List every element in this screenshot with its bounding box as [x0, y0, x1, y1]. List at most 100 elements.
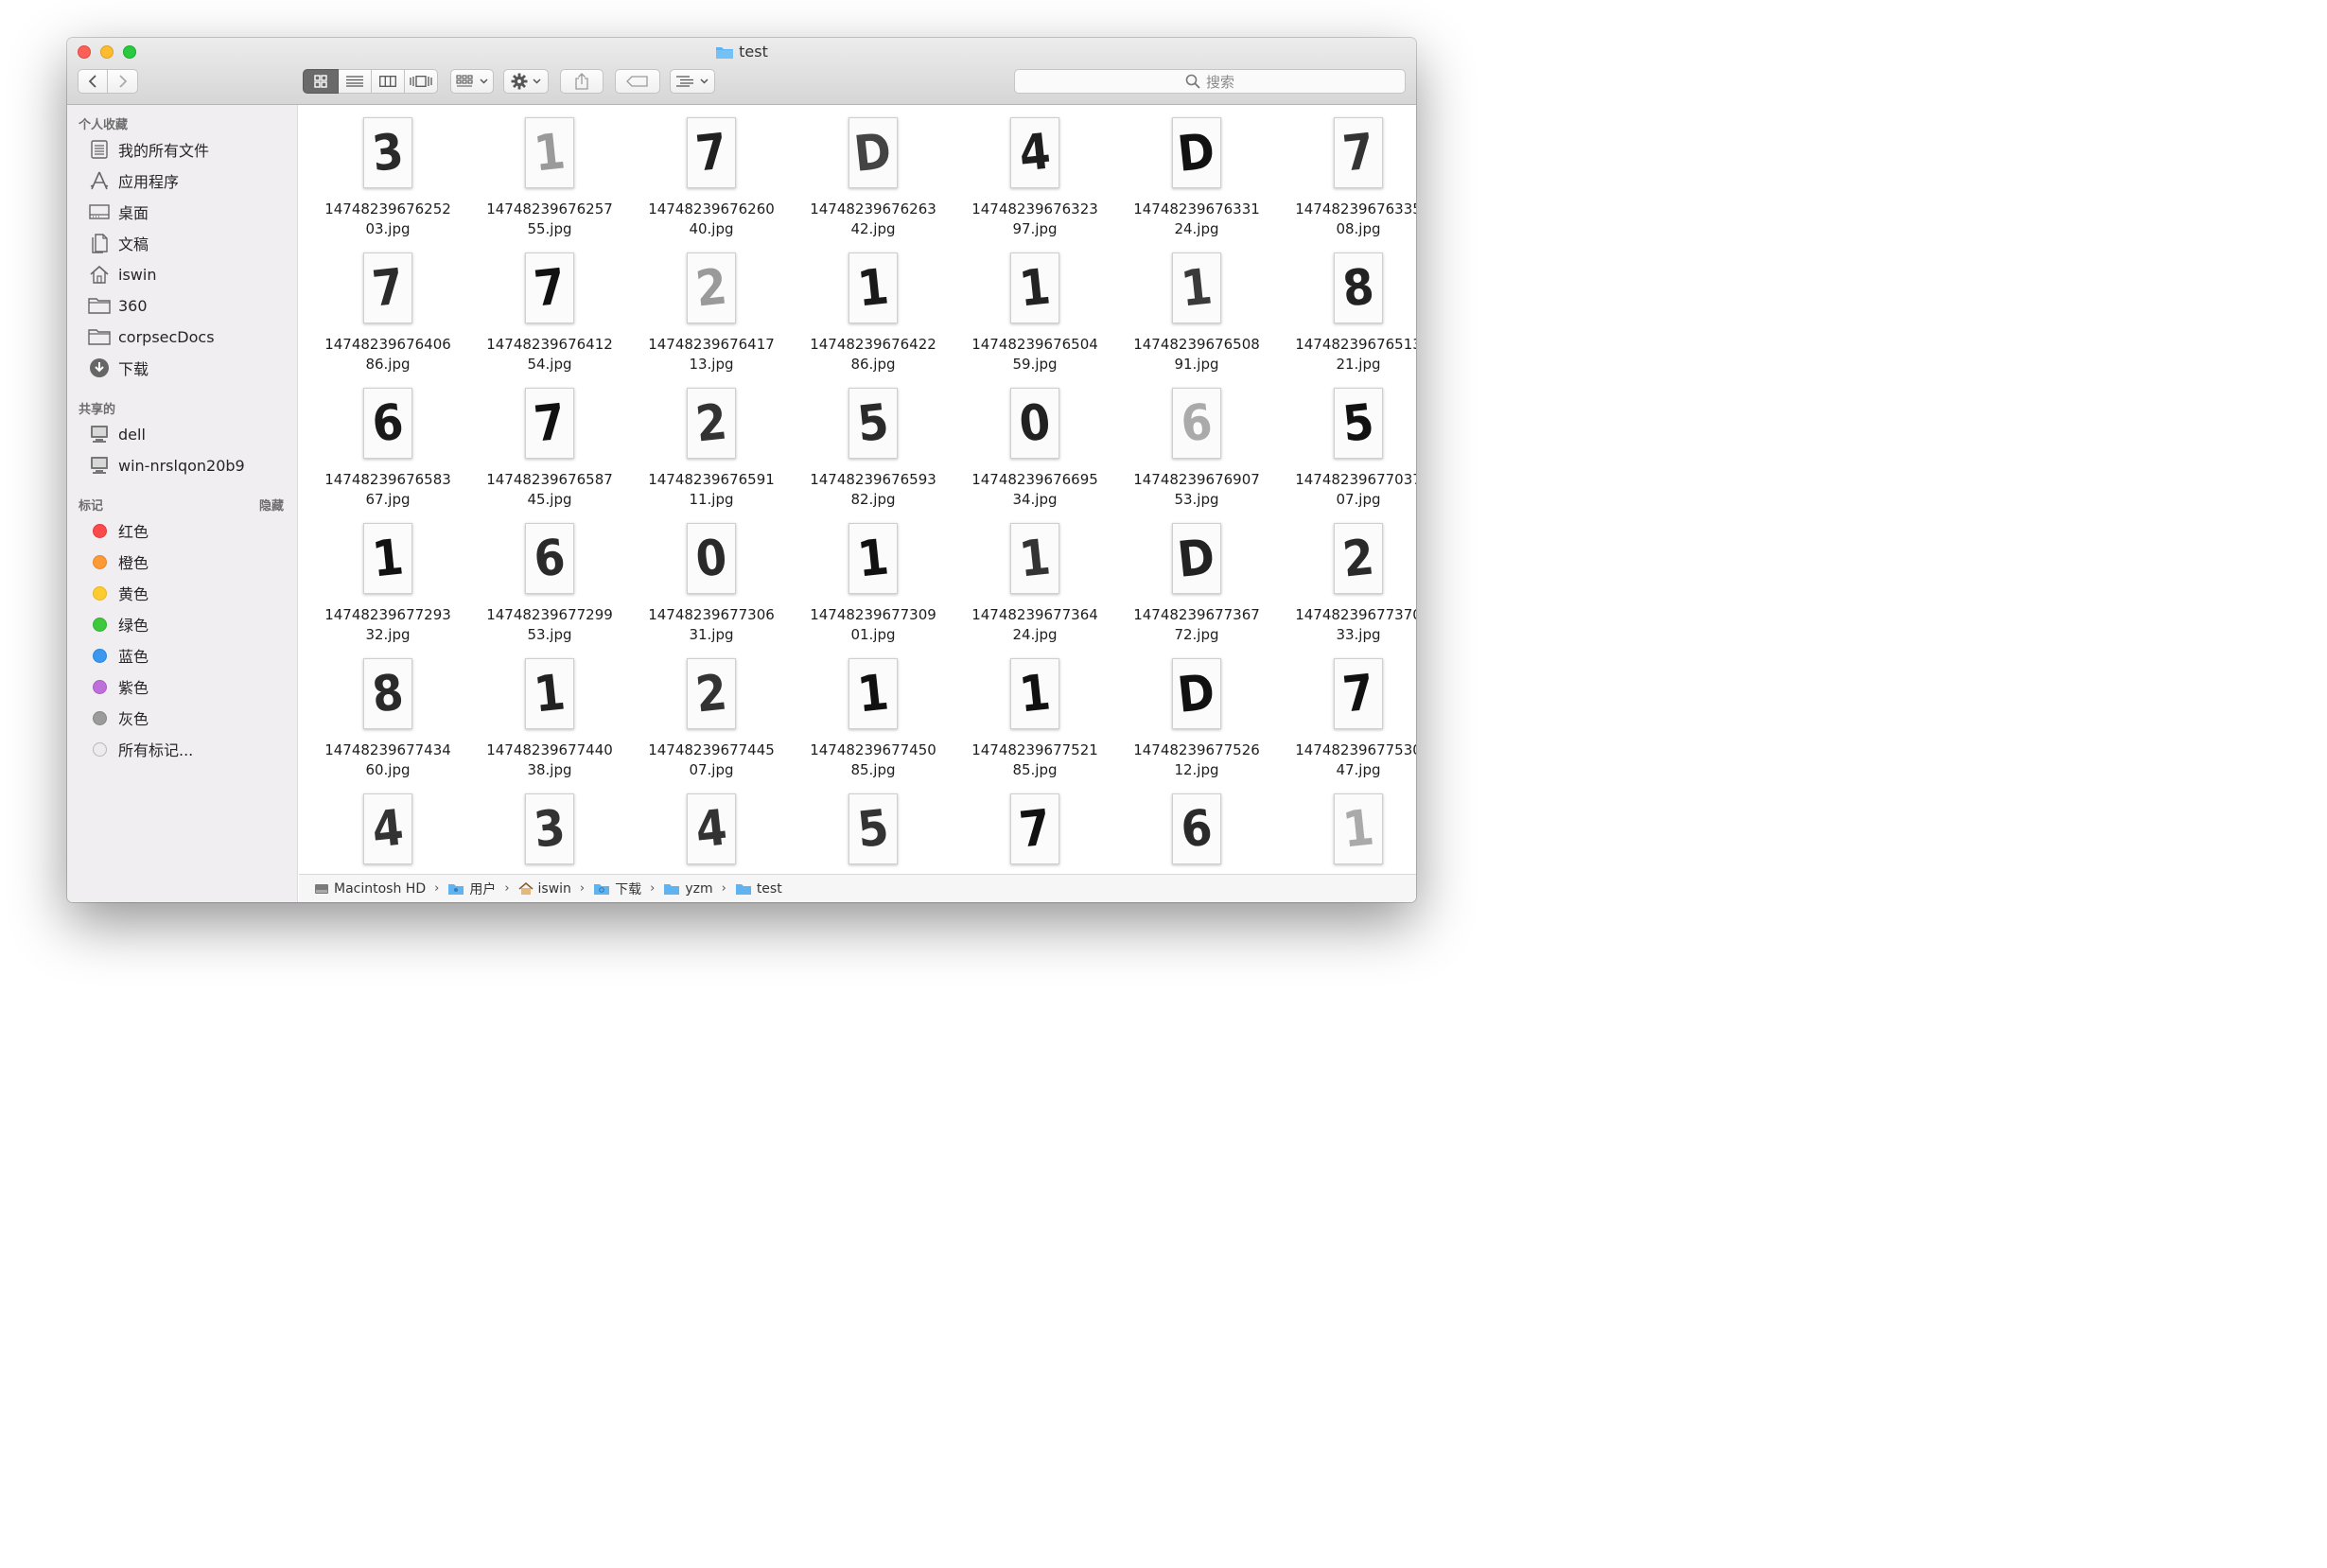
file-name-line2: 40.jpg — [689, 220, 734, 237]
column-view-button[interactable] — [372, 69, 405, 94]
file-item[interactable]: 2 14748239676591 11.jpg — [627, 375, 779, 511]
file-item[interactable]: 2 14748239676417 13.jpg — [627, 240, 779, 375]
file-thumbnail: 1 — [525, 658, 574, 729]
path-item-downloads[interactable]: 下载 — [593, 880, 641, 898]
file-item[interactable]: 1 14748239676504 59.jpg — [951, 240, 1102, 375]
file-item[interactable]: 1 14748239676508 91.jpg — [1112, 240, 1264, 375]
path-item-users[interactable]: 用户 — [447, 880, 496, 898]
search-field[interactable]: 搜索 — [1014, 69, 1406, 94]
captcha-digit: 0 — [1016, 392, 1054, 454]
sidebar-item-corpsecdocs[interactable]: corpsecDocs — [88, 325, 215, 348]
file-item[interactable]: 0 14748239677306 31.jpg — [627, 511, 779, 646]
path-item-test[interactable]: test — [735, 881, 782, 897]
file-name-line2: 12.jpg — [1174, 761, 1219, 778]
file-item[interactable]: 6 14748239676583 67.jpg — [304, 375, 455, 511]
captcha-digit: 7 — [1339, 122, 1377, 183]
file-item[interactable]: 1 14748239677450 85.jpg — [789, 646, 940, 781]
file-name-line1: 14748239677299 — [486, 606, 613, 623]
back-button[interactable] — [78, 69, 108, 94]
captcha-digit: 5 — [854, 798, 892, 860]
file-item[interactable]: 1 14748239676422 86.jpg — [789, 240, 940, 375]
file-name-line2: 32.jpg — [365, 626, 411, 643]
file-item[interactable]: 2 14748239677445 07.jpg — [627, 646, 779, 781]
file-item[interactable]: 2 14748239677370 33.jpg — [1274, 511, 1416, 646]
sidebar-tag-red[interactable]: 红色 — [88, 519, 149, 542]
file-item[interactable]: 4 14748239676323 97.jpg — [951, 105, 1102, 240]
sidebar-item-home[interactable]: iswin — [88, 263, 156, 286]
path-item-macintosh-hd[interactable]: Macintosh HD — [314, 881, 426, 897]
sidebar-tag-yellow[interactable]: 黄色 — [88, 582, 149, 604]
arrange-button[interactable] — [670, 69, 715, 94]
file-name: 14748239676252 03.jpg — [304, 200, 472, 239]
sidebar-item-all-files[interactable]: 我的所有文件 — [88, 138, 209, 161]
file-item[interactable]: 1 14748239677293 32.jpg — [304, 511, 455, 646]
columns-icon — [379, 76, 396, 87]
sidebar-item-dell[interactable]: dell — [88, 423, 146, 445]
sidebar-tag-purple[interactable]: 紫色 — [88, 675, 149, 698]
file-name-line2: 55.jpg — [527, 220, 572, 237]
file-item[interactable]: 1 14748239677364 24.jpg — [951, 511, 1102, 646]
file-item[interactable]: D 14748239677526 12.jpg — [1112, 646, 1264, 781]
sidebar-item-downloads[interactable]: 下载 — [88, 357, 149, 379]
file-item[interactable]: 1 — [1274, 781, 1416, 874]
file-item[interactable]: D 14748239677367 72.jpg — [1112, 511, 1264, 646]
group-by-button[interactable] — [450, 69, 494, 94]
sidebar-item-label: 桌面 — [118, 204, 149, 222]
sidebar-item-win-nrslqon20b9[interactable]: win-nrslqon20b9 — [88, 454, 245, 477]
file-item[interactable]: D 14748239676331 24.jpg — [1112, 105, 1264, 240]
file-name-line1: 14748239677445 — [648, 741, 775, 758]
file-item[interactable]: 5 — [789, 781, 940, 874]
file-item[interactable]: 7 — [951, 781, 1102, 874]
file-item[interactable]: 7 14748239676406 86.jpg — [304, 240, 455, 375]
file-item[interactable]: 7 14748239676260 40.jpg — [627, 105, 779, 240]
file-item[interactable]: 5 14748239676593 82.jpg — [789, 375, 940, 511]
file-item[interactable]: 0 14748239676695 34.jpg — [951, 375, 1102, 511]
file-item[interactable]: 1 14748239677521 85.jpg — [951, 646, 1102, 781]
file-item[interactable]: 7 14748239677530 47.jpg — [1274, 646, 1416, 781]
captcha-digit: 1 — [531, 663, 569, 724]
file-item[interactable]: 1 14748239677309 01.jpg — [789, 511, 940, 646]
file-item[interactable]: 7 14748239676587 45.jpg — [465, 375, 617, 511]
file-name-line2: 33.jpg — [1336, 626, 1381, 643]
sidebar-tag-gray[interactable]: 灰色 — [88, 706, 149, 729]
file-item[interactable]: 5 14748239677037 07.jpg — [1274, 375, 1416, 511]
path-item-yzm[interactable]: yzm — [663, 881, 713, 897]
gallery-view-button[interactable] — [405, 69, 438, 94]
file-item[interactable]: 1 14748239676257 55.jpg — [465, 105, 617, 240]
sidebar-item-applications[interactable]: 应用程序 — [88, 169, 179, 192]
file-item[interactable]: 6 14748239677299 53.jpg — [465, 511, 617, 646]
purple-tag-dot — [92, 679, 107, 694]
file-item[interactable]: 8 14748239677434 60.jpg — [304, 646, 455, 781]
file-item[interactable]: 6 — [1112, 781, 1264, 874]
file-item[interactable]: 3 14748239676252 03.jpg — [304, 105, 455, 240]
tags-hide-link[interactable]: 隐藏 — [259, 496, 284, 514]
list-view-button[interactable] — [339, 69, 372, 94]
sidebar-item-documents[interactable]: 文稿 — [88, 232, 149, 254]
captcha-digit: 1 — [1016, 528, 1054, 589]
file-item[interactable]: 6 14748239676907 53.jpg — [1112, 375, 1264, 511]
file-thumbnail: 6 — [363, 388, 412, 459]
sidebar-tag-orange[interactable]: 橙色 — [88, 550, 149, 573]
file-item[interactable]: 4 — [304, 781, 455, 874]
file-item[interactable]: 4 — [627, 781, 779, 874]
file-thumbnail: 2 — [687, 253, 736, 323]
sidebar-tag-blue[interactable]: 蓝色 — [88, 644, 149, 667]
sidebar-tag-green[interactable]: 绿色 — [88, 613, 149, 636]
icon-view-button[interactable] — [303, 69, 339, 94]
file-item[interactable]: D 14748239676263 42.jpg — [789, 105, 940, 240]
file-item[interactable]: 3 — [465, 781, 617, 874]
share-button[interactable] — [560, 69, 604, 94]
path-item-iswin[interactable]: iswin — [518, 881, 571, 897]
tag-button[interactable] — [615, 69, 660, 94]
file-item[interactable]: 7 14748239676412 54.jpg — [465, 240, 617, 375]
file-item[interactable]: 7 14748239676335 08.jpg — [1274, 105, 1416, 240]
file-item[interactable]: 8 14748239676513 21.jpg — [1274, 240, 1416, 375]
forward-button[interactable] — [108, 69, 138, 94]
sidebar-tag-all[interactable]: 所有标记... — [88, 738, 193, 760]
view-mode-control — [303, 69, 438, 94]
action-menu-button[interactable] — [503, 69, 549, 94]
file-item[interactable]: 1 14748239677440 38.jpg — [465, 646, 617, 781]
sidebar-item-360[interactable]: 360 — [88, 294, 148, 317]
sidebar-item-desktop[interactable]: 桌面 — [88, 200, 149, 223]
file-name: 14748239676583 67.jpg — [304, 470, 472, 510]
